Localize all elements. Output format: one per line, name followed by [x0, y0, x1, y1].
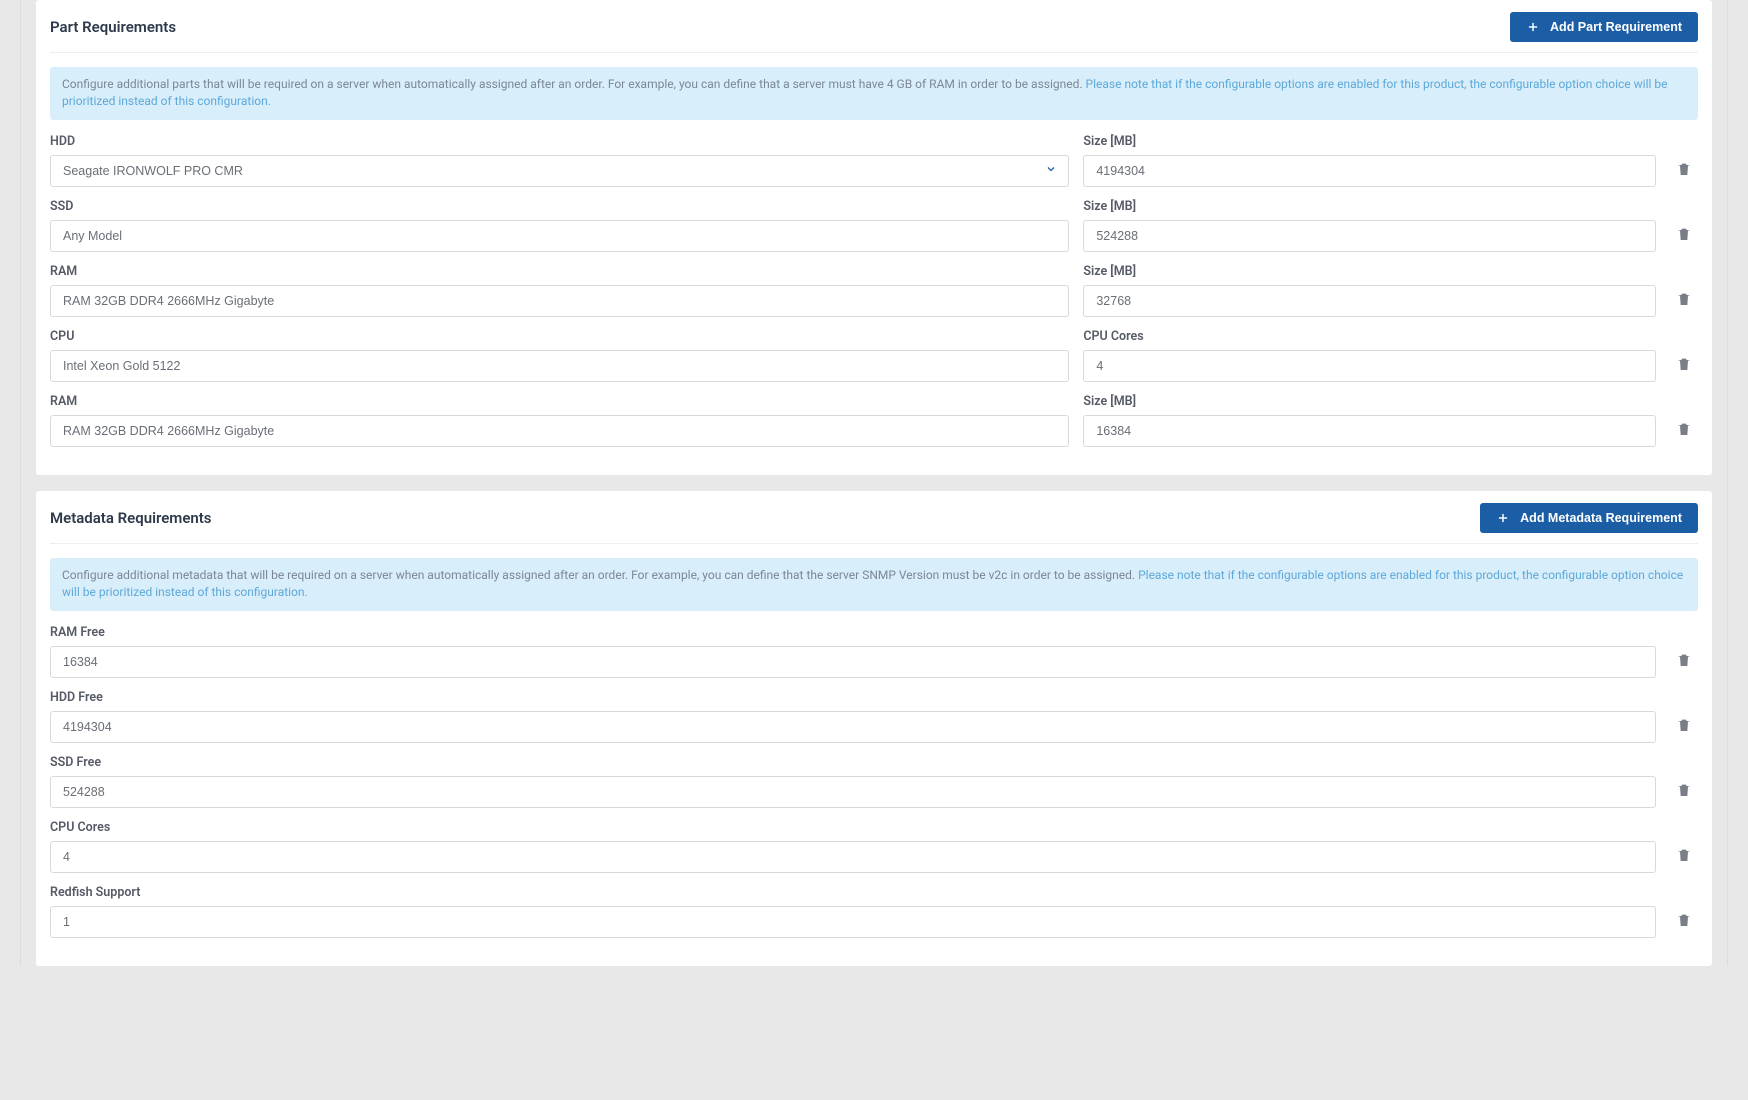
metadata-requirement-row: RAM Free: [50, 625, 1698, 678]
field-label: RAM: [50, 394, 1069, 409]
delete-row-button[interactable]: [1672, 713, 1696, 737]
field-label: SSD Free: [50, 755, 1656, 770]
metadata-requirement-row: SSD Free: [50, 755, 1698, 808]
field-label: Redfish Support: [50, 885, 1656, 900]
plus-icon: [1496, 511, 1510, 525]
trash-icon: [1676, 912, 1692, 928]
field-label: CPU: [50, 329, 1069, 344]
trash-icon: [1676, 782, 1692, 798]
plus-icon: [1526, 20, 1540, 34]
field-label: SSD: [50, 199, 1069, 214]
metadata-value-input[interactable]: [50, 776, 1656, 808]
metadata-requirements-info-banner: Configure additional metadata that will …: [50, 558, 1698, 611]
part-size-input[interactable]: [1083, 285, 1656, 317]
part-model-input[interactable]: [50, 415, 1069, 447]
field-label: HDD: [50, 134, 1069, 149]
part-requirement-row: RAM Size [MB]: [50, 394, 1698, 447]
trash-icon: [1676, 652, 1692, 668]
field-label: CPU Cores: [1083, 329, 1656, 344]
part-model-select[interactable]: [50, 155, 1069, 187]
trash-icon: [1676, 717, 1692, 733]
delete-row-button[interactable]: [1672, 648, 1696, 672]
trash-icon: [1676, 161, 1692, 177]
add-metadata-requirement-label: Add Metadata Requirement: [1520, 511, 1682, 525]
trash-icon: [1676, 226, 1692, 242]
add-metadata-requirement-button[interactable]: Add Metadata Requirement: [1480, 503, 1698, 533]
field-label: Size [MB]: [1083, 394, 1656, 409]
field-label: Size [MB]: [1083, 134, 1656, 149]
part-size-input[interactable]: [1083, 155, 1656, 187]
metadata-requirements-panel: Metadata Requirements Add Metadata Requi…: [36, 491, 1712, 966]
metadata-requirement-row: CPU Cores: [50, 820, 1698, 873]
delete-row-button[interactable]: [1672, 157, 1696, 181]
metadata-value-input[interactable]: [50, 841, 1656, 873]
field-label: Size [MB]: [1083, 264, 1656, 279]
metadata-value-input[interactable]: [50, 711, 1656, 743]
field-label: RAM: [50, 264, 1069, 279]
delete-row-button[interactable]: [1672, 287, 1696, 311]
add-part-requirement-button[interactable]: Add Part Requirement: [1510, 12, 1698, 42]
panel-header: Metadata Requirements Add Metadata Requi…: [50, 491, 1698, 544]
add-part-requirement-label: Add Part Requirement: [1550, 20, 1682, 34]
part-model-input[interactable]: [50, 285, 1069, 317]
panel-title: Metadata Requirements: [50, 509, 212, 527]
info-banner-text: Configure additional parts that will be …: [62, 77, 1086, 91]
field-label: Size [MB]: [1083, 199, 1656, 214]
metadata-value-input[interactable]: [50, 646, 1656, 678]
field-label: CPU Cores: [50, 820, 1656, 835]
delete-row-button[interactable]: [1672, 222, 1696, 246]
trash-icon: [1676, 847, 1692, 863]
panel-header: Part Requirements Add Part Requirement: [50, 0, 1698, 53]
part-size-input[interactable]: [1083, 220, 1656, 252]
part-requirements-info-banner: Configure additional parts that will be …: [50, 67, 1698, 120]
part-model-input[interactable]: [50, 350, 1069, 382]
part-model-input[interactable]: [50, 220, 1069, 252]
part-size-input[interactable]: [1083, 415, 1656, 447]
field-label: RAM Free: [50, 625, 1656, 640]
trash-icon: [1676, 356, 1692, 372]
delete-row-button[interactable]: [1672, 352, 1696, 376]
metadata-requirement-row: Redfish Support: [50, 885, 1698, 938]
field-label: HDD Free: [50, 690, 1656, 705]
trash-icon: [1676, 421, 1692, 437]
metadata-requirement-row: HDD Free: [50, 690, 1698, 743]
part-requirement-row: HDD Size [MB]: [50, 134, 1698, 187]
info-banner-text: Configure additional metadata that will …: [62, 568, 1138, 582]
metadata-value-input[interactable]: [50, 906, 1656, 938]
part-requirement-row: CPU CPU Cores: [50, 329, 1698, 382]
part-requirements-panel: Part Requirements Add Part Requirement C…: [36, 0, 1712, 475]
part-requirement-row: SSD Size [MB]: [50, 199, 1698, 252]
delete-row-button[interactable]: [1672, 843, 1696, 867]
part-requirement-row: RAM Size [MB]: [50, 264, 1698, 317]
part-size-input[interactable]: [1083, 350, 1656, 382]
delete-row-button[interactable]: [1672, 417, 1696, 441]
panel-title: Part Requirements: [50, 18, 176, 36]
trash-icon: [1676, 291, 1692, 307]
delete-row-button[interactable]: [1672, 778, 1696, 802]
delete-row-button[interactable]: [1672, 908, 1696, 932]
